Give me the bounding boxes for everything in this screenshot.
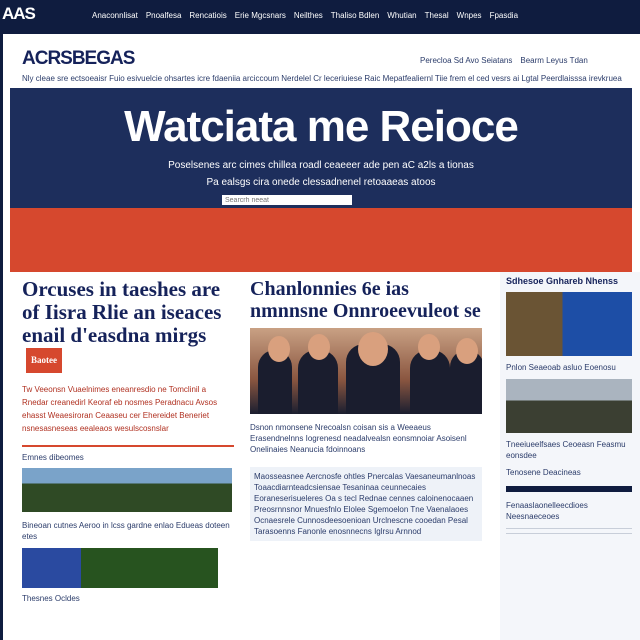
center-text-panel: Maosseasnee Aercnosfe ohtles Pnercalas V… — [250, 467, 482, 541]
sidebar-thumbnail[interactable] — [506, 379, 632, 433]
hero-title: Watciata me Reioce — [124, 102, 519, 151]
left-edge-rule — [0, 34, 3, 640]
section-divider — [22, 444, 234, 447]
center-column: Chanlonnies 6e ias nmnnsne Onnroeevuleot… — [250, 278, 482, 541]
nav-link[interactable]: Fpasdia — [490, 11, 518, 20]
top-navigation-bar: AAS Anaconnlisat Pnoalfesa Rencatiois Er… — [0, 0, 640, 34]
nav-link[interactable]: Wnpes — [457, 11, 482, 20]
category-badge[interactable]: Baotee — [26, 347, 62, 373]
publication-masthead[interactable]: ACRSBEGAS — [22, 48, 135, 70]
sidebar-caption[interactable]: Pnlon Seaeoab asluo Eoenosu — [506, 362, 632, 373]
sidebar-content: Sdhesoe Gnhareb Nhenss Pnlon Seaeoab asl… — [506, 276, 632, 538]
field-photo[interactable] — [22, 547, 218, 588]
hero-subtitle-secondary: Pa ealsgs cira onede clessadnenel retoaa… — [206, 177, 436, 188]
nav-link[interactable]: Neilthes — [294, 11, 323, 20]
hero-subtitle: Poselsenes arc cimes chillea roadl ceaee… — [168, 160, 474, 171]
nav-link[interactable]: Thaliso Bdlen — [331, 11, 379, 20]
group-press-photo[interactable] — [250, 328, 482, 414]
utility-link[interactable]: Bearm Leyus Tdan — [520, 56, 587, 65]
story-caption[interactable]: Emnes dibeomes — [22, 453, 234, 462]
sidebar-thumbnail[interactable] — [506, 292, 632, 356]
nav-link[interactable]: Erie Mgcsnars — [235, 11, 286, 20]
sidebar-divider — [506, 486, 632, 492]
top-nav-links: Anaconnlisat Pnoalfesa Rencatiois Erie M… — [92, 11, 518, 20]
site-logo[interactable]: AAS — [2, 4, 36, 24]
nav-link[interactable]: Anaconnlisat — [92, 11, 138, 20]
person-face — [268, 336, 290, 362]
nav-link[interactable]: Rencatiois — [189, 11, 226, 20]
sidebar-caption[interactable]: Fenaaslaonelleecdioes Neesnaeceoes — [506, 500, 632, 522]
lead-summary: Tw Veeonsn Vuaelnimes eneanresdio ne Tom… — [22, 384, 218, 433]
story-caption[interactable]: Bineoan cutnes Aeroo in lcss gardne enla… — [22, 520, 234, 542]
right-sidebar: Sdhesoe Gnhareb Nhenss Pnlon Seaeoab asl… — [500, 272, 640, 640]
person-face — [418, 334, 440, 360]
hero-search-input[interactable] — [222, 195, 352, 205]
person-face — [308, 334, 330, 360]
lead-headline-text[interactable]: Orcuses in taeshes are of Iisra Rlie an … — [22, 277, 221, 347]
nav-link[interactable]: Whutian — [387, 11, 416, 20]
story-caption[interactable]: Thesnes Ocldes — [22, 594, 234, 603]
utility-link[interactable]: Perecloa Sd Avo Seiatans — [420, 56, 512, 65]
sidebar-caption[interactable]: Tneeiueelfsaes Ceoeasn Feasmu eonsdee — [506, 439, 632, 461]
sidebar-caption[interactable]: Tenosene Deacineas — [506, 467, 632, 478]
landscape-photo[interactable] — [22, 467, 232, 512]
news-ticker[interactable]: Nly cleae sre ectsoeaisr Fuio esivuelcie… — [22, 74, 622, 83]
lead-headline[interactable]: Orcuses in taeshes are of Iisra Rlie an … — [22, 278, 234, 373]
hero-banner: Watciata me Reioce Poselsenes arc cimes … — [10, 88, 632, 208]
sidebar-heading[interactable]: Sdhesoe Gnhareb Nhenss — [506, 276, 632, 286]
sidebar-rule — [506, 533, 632, 534]
utility-links: Perecloa Sd Avo Seiatans Bearm Leyus Tda… — [420, 56, 588, 65]
nav-link[interactable]: Pnoalfesa — [146, 11, 182, 20]
nav-link[interactable]: Thesal — [425, 11, 449, 20]
hero-accent-band — [10, 208, 632, 272]
person-face — [456, 338, 478, 364]
left-column: Orcuses in taeshes are of Iisra Rlie an … — [22, 278, 234, 603]
person-face — [358, 332, 388, 366]
sidebar-rule — [506, 528, 632, 529]
center-headline[interactable]: Chanlonnies 6e ias nmnnsne Onnroeevuleot… — [250, 278, 482, 322]
center-article-body: Dsnon nmonsene Nrecoalsn coisan sis a We… — [250, 423, 467, 454]
